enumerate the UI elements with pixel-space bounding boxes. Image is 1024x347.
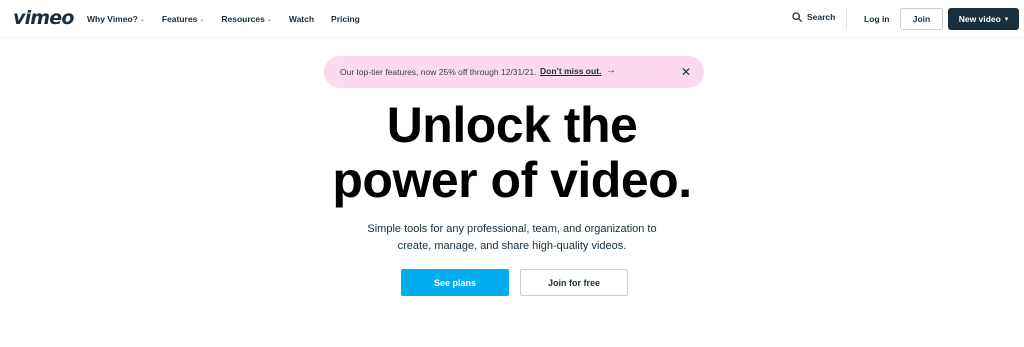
nav-pricing-label: Pricing [331,14,360,24]
chevron-down-icon: ⌄ [199,16,205,23]
new-video-label: New video [958,14,1001,24]
vimeo-logo[interactable]: vimeo [13,7,74,29]
nav-features[interactable]: Features ⌄ [162,14,204,24]
join-for-free-button[interactable]: Join for free [520,269,628,296]
hero-title-line-1: Unlock the [386,97,638,153]
chevron-down-icon: ▾ [1004,16,1009,23]
close-icon[interactable]: ✕ [678,64,694,80]
hero-subtitle-line-2: create, manage, and share high-quality v… [397,240,627,252]
promo-banner: Our top-tier features, now 25% off throu… [324,56,704,88]
chevron-down-icon: ⌄ [139,16,145,23]
nav-divider [846,8,847,30]
search-icon [792,12,802,22]
see-plans-button[interactable]: See plans [401,269,509,296]
hero-subtitle-line-1: Simple tools for any professional, team,… [367,223,657,235]
nav-why-vimeo-label: Why Vimeo? [87,14,138,24]
nav-pricing[interactable]: Pricing [331,14,360,24]
nav-resources-label: Resources [221,14,265,24]
nav-watch[interactable]: Watch [289,14,314,24]
new-video-button[interactable]: New video ▾ [948,8,1019,30]
promo-link[interactable]: Don’t miss out. [540,66,601,76]
nav-watch-label: Watch [288,14,315,24]
hero-subtitle: Simple tools for any professional, team,… [312,221,712,255]
search-button[interactable]: Search [792,12,835,22]
top-navigation: vimeo Why Vimeo? ⌄ Features ⌄ Resources … [0,0,1024,38]
nav-resources[interactable]: Resources ⌄ [221,14,272,24]
hero-title: Unlock the power of video. [262,98,762,208]
promo-text: Our top-tier features, now 25% off throu… [340,67,537,77]
search-label: Search [807,12,836,22]
nav-why-vimeo[interactable]: Why Vimeo? ⌄ [87,14,145,24]
nav-features-label: Features [161,14,198,24]
join-button[interactable]: Join [900,8,943,30]
login-link[interactable]: Log in [864,14,890,24]
chevron-down-icon: ⌄ [266,16,272,23]
arrow-right-icon: → [606,65,616,76]
main-nav: Why Vimeo? ⌄ Features ⌄ Resources ⌄ Watc… [87,0,377,38]
hero-title-line-2: power of video. [332,152,692,208]
